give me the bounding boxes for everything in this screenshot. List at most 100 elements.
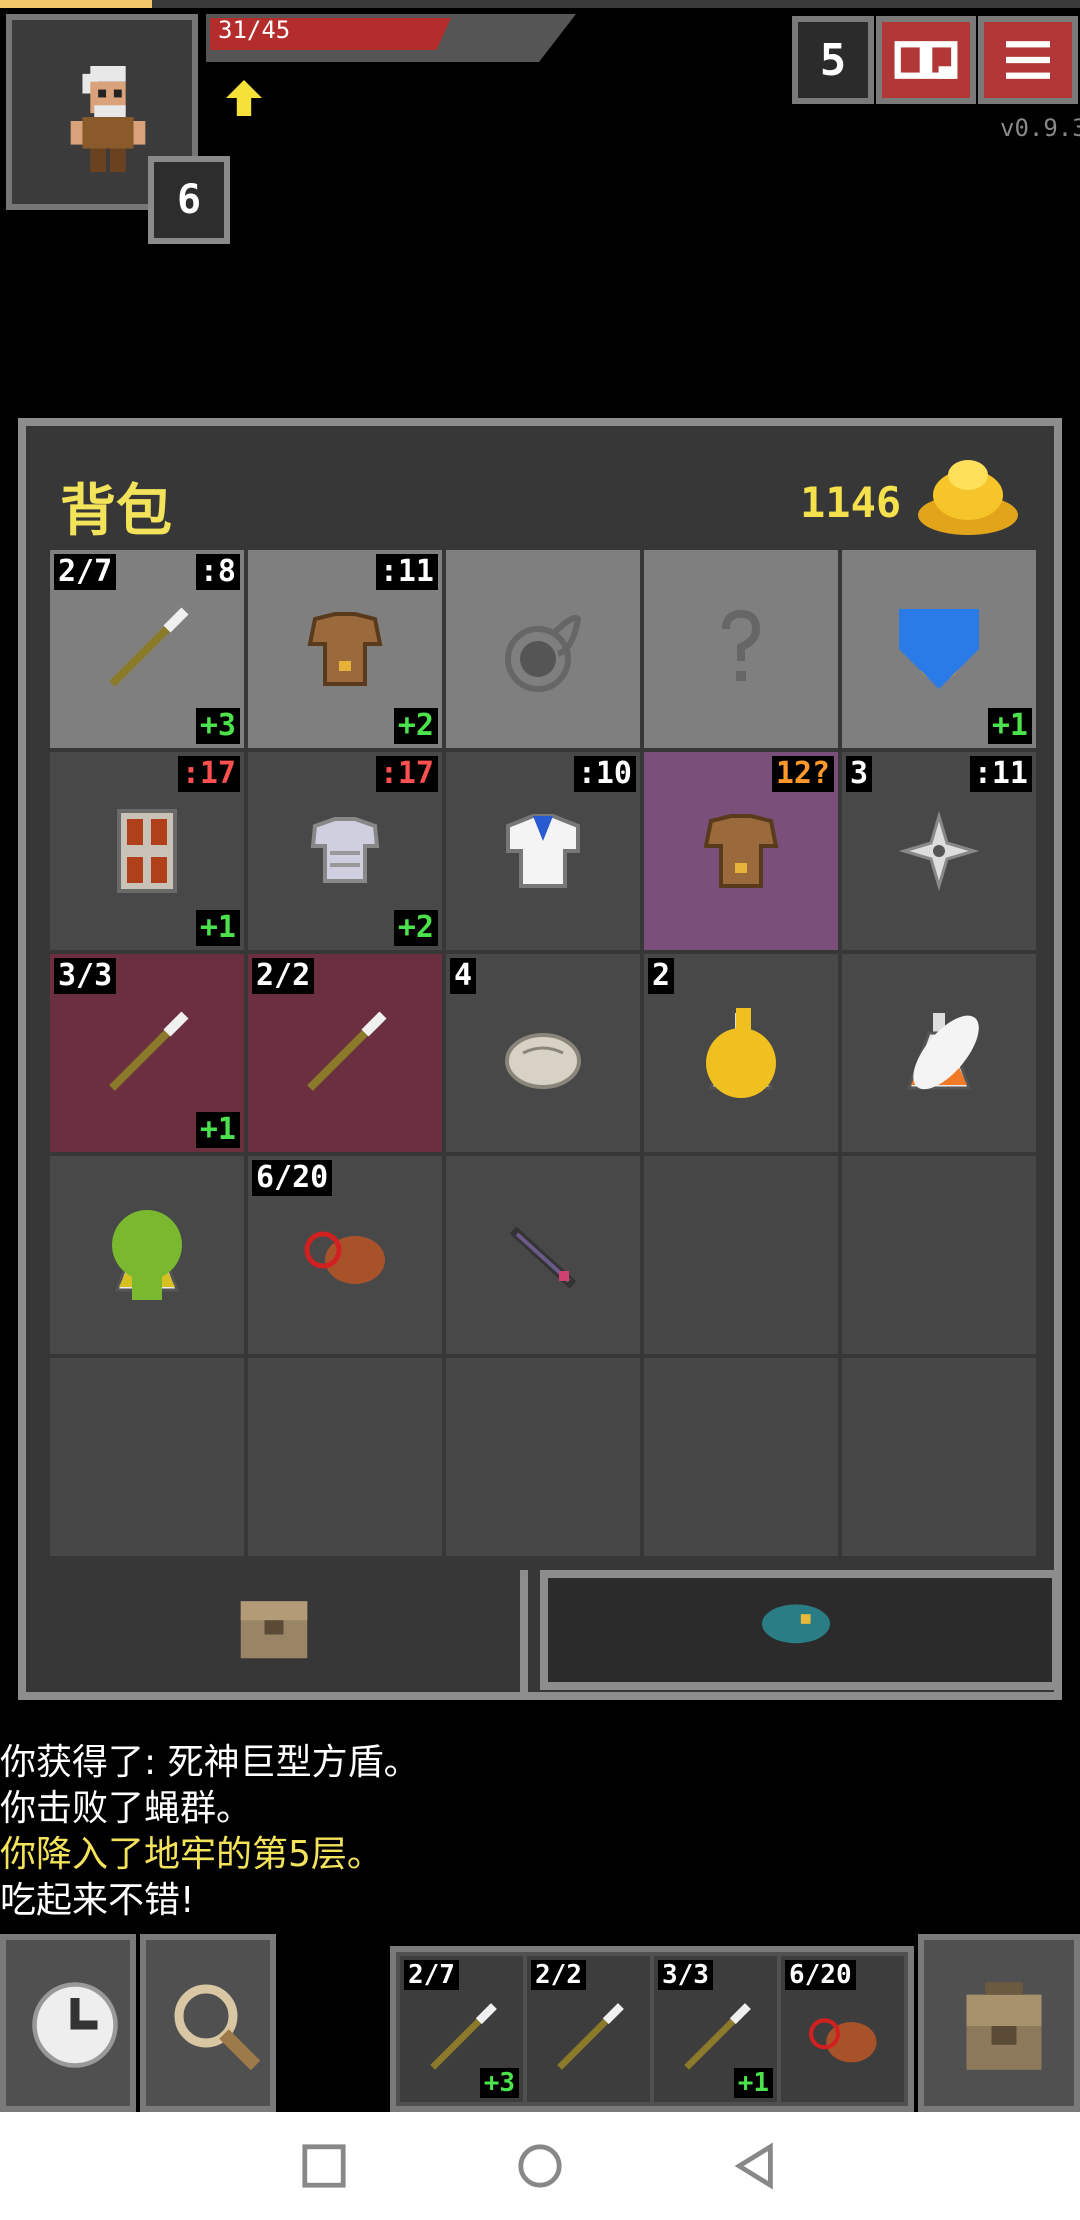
item-count-label: 3: [846, 756, 873, 792]
search-button[interactable]: [140, 1934, 276, 2112]
item-count-label: 2/7: [404, 1960, 459, 1990]
hero-sprite-icon: [70, 66, 146, 173]
buff-arrow-icon[interactable]: [226, 80, 262, 116]
back-icon[interactable]: [732, 2142, 780, 2190]
wait-button[interactable]: [0, 1934, 136, 2112]
inventory-slot[interactable]: [446, 1156, 640, 1354]
backpack-button[interactable]: [918, 1934, 1080, 2112]
flame-badge-icon: [706, 1008, 776, 1098]
upgrade-level-label: +2: [393, 708, 438, 744]
inventory-slot-empty[interactable]: [446, 1358, 640, 1556]
inventory-slot[interactable]: [842, 954, 1036, 1152]
inventory-slot[interactable]: :17 +1: [50, 752, 244, 950]
seed-pouch-icon: [762, 1604, 830, 1644]
wand-icon: [109, 1011, 189, 1091]
robe-icon: [506, 814, 580, 888]
backpack-title: 背包: [60, 479, 172, 544]
inventory-slot[interactable]: :10: [446, 752, 640, 950]
meat-icon: [808, 2018, 877, 2063]
menu-button[interactable]: [978, 16, 1078, 104]
leather-armor-icon: [307, 612, 383, 686]
item-strength-label: 12?: [771, 756, 834, 792]
quickslot-bar: 2/7 +3 2/2 3/3 +1 6/20: [390, 1946, 914, 2112]
inventory-slot-empty[interactable]: [50, 1358, 244, 1556]
item-count-label: 6/20: [785, 1960, 856, 1990]
item-strength-label: :8: [195, 554, 240, 590]
inventory-slot[interactable]: 3 :11: [842, 752, 1036, 950]
quickslot[interactable]: 2/7 +3: [400, 1956, 523, 2102]
leather-armor-icon: [703, 814, 779, 888]
item-count-label: 2: [648, 958, 675, 994]
upgrade-level-label: +3: [195, 708, 240, 744]
wand-icon: [307, 1011, 387, 1091]
ration-icon: [505, 1033, 581, 1089]
hero-level-badge: 6: [148, 156, 230, 244]
inventory-slot[interactable]: [446, 550, 640, 748]
journal-icon: [894, 41, 958, 79]
journal-button[interactable]: [876, 16, 976, 104]
quickslot[interactable]: 6/20: [781, 1956, 904, 2102]
log-line: 你击败了蝇群。: [0, 1788, 253, 1829]
magnifier-icon: [174, 1984, 260, 2070]
gold-pile-icon: [918, 460, 1018, 535]
quickslot[interactable]: 3/3 +1: [654, 1956, 777, 2102]
inventory-slot[interactable]: 2/2: [248, 954, 442, 1152]
feather-badge-icon: [913, 1015, 979, 1090]
upgrade-level-label: +3: [479, 2068, 519, 2098]
inventory-slot[interactable]: +1: [842, 550, 1036, 748]
home-icon[interactable]: [516, 2142, 564, 2190]
upgrade-level-label: +1: [733, 2068, 773, 2098]
inventory-slot-empty[interactable]: [842, 1156, 1036, 1354]
backpack-tab-icon: [240, 1601, 308, 1659]
empty-artifact-slot-icon: [505, 615, 582, 692]
item-count-label: 2/2: [252, 958, 315, 994]
inventory-slot[interactable]: 12?: [644, 752, 838, 950]
inventory-slot[interactable]: 4: [446, 954, 640, 1152]
item-strength-label: :17: [375, 756, 438, 792]
wand-icon: [557, 2003, 624, 2070]
item-count-label: 4: [450, 958, 477, 994]
log-line: 吃起来不错!: [0, 1880, 195, 1921]
inventory-slot[interactable]: :17 +2: [248, 752, 442, 950]
hp-text: 31/45: [218, 16, 291, 44]
system-nav-bar: [0, 2112, 1080, 2220]
plate-armor-icon: [310, 817, 380, 883]
clock-icon: [32, 1982, 118, 2068]
item-count-label: 3/3: [658, 1960, 713, 1990]
inventory-slot[interactable]: [644, 550, 838, 748]
gold-count: 1146: [800, 478, 902, 527]
upgrade-level-label: +2: [393, 910, 438, 946]
shuriken-icon: [898, 810, 980, 892]
version-label: v0.9.3: [1000, 114, 1080, 142]
inventory-grid: 2/7:8 +3:11 +2 +1:17 +1:17 +2:10 12? 3:11 3/3 +1 2…: [50, 550, 1036, 1562]
top-bar-divider: [152, 0, 1080, 8]
log-line: 你获得了: 死神巨型方盾。: [0, 1742, 420, 1783]
dungeon-depth-indicator[interactable]: 5: [792, 16, 874, 104]
inventory-slot[interactable]: :11 +2: [248, 550, 442, 748]
shield-badge-icon: [899, 609, 979, 689]
meat-icon: [304, 1231, 385, 1284]
inventory-slot-empty[interactable]: [842, 1358, 1036, 1556]
item-strength-label: :17: [177, 756, 240, 792]
item-count-label: 6/20: [252, 1160, 333, 1196]
item-strength-label: :11: [969, 756, 1032, 792]
inventory-slot-empty[interactable]: [248, 1358, 442, 1556]
item-count-label: 2/7: [54, 554, 117, 590]
dart-icon: [509, 1226, 577, 1289]
backpack-icon: [966, 1982, 1042, 2070]
inventory-slot[interactable]: 3/3 +1: [50, 954, 244, 1152]
inventory-slot[interactable]: 6/20: [248, 1156, 442, 1354]
quickslot[interactable]: 2/2: [527, 1956, 650, 2102]
inventory-slot[interactable]: 2: [644, 954, 838, 1152]
inventory-slot-empty[interactable]: [644, 1156, 838, 1354]
item-count-label: 3/3: [54, 958, 117, 994]
inventory-slot[interactable]: [50, 1156, 244, 1354]
item-strength-label: :10: [573, 756, 636, 792]
inventory-slot[interactable]: 2/7 :8 +3: [50, 550, 244, 748]
inventory-slot-empty[interactable]: [644, 1358, 838, 1556]
log-line-highlight: 你降入了地牢的第5层。: [0, 1834, 383, 1875]
recents-icon[interactable]: [300, 2142, 348, 2190]
xp-progress-bar: [0, 0, 152, 8]
upgrade-level-label: +1: [987, 708, 1032, 744]
item-strength-label: :11: [375, 554, 438, 590]
